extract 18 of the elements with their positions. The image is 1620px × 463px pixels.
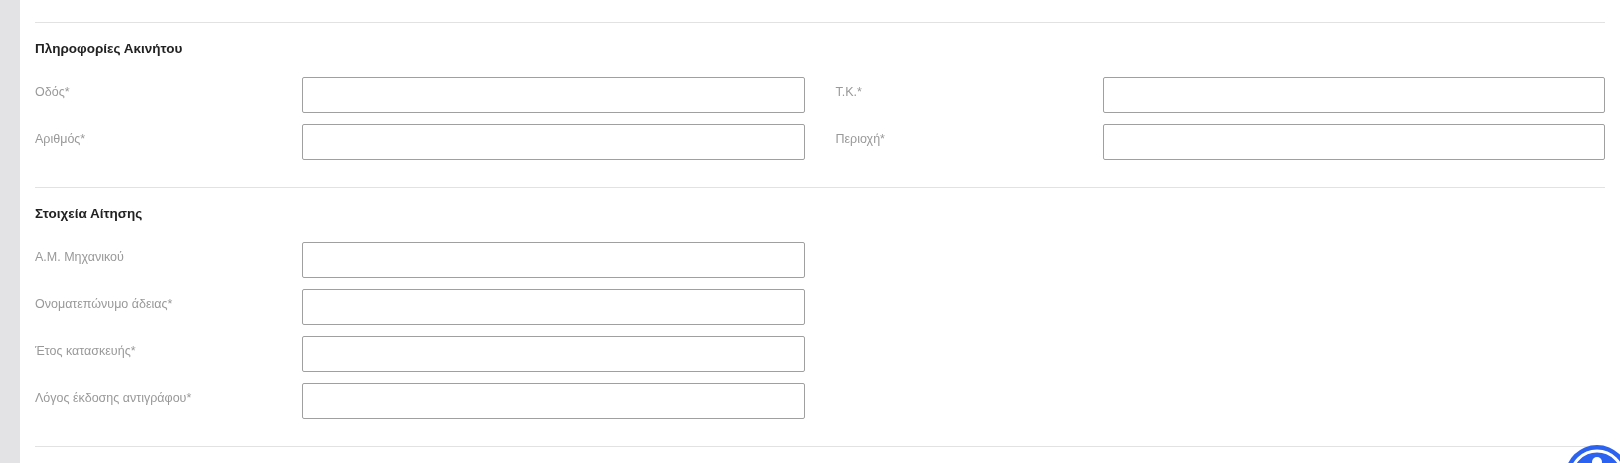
section-title: Στοιχεία Αίτησης — [35, 205, 144, 223]
input-field[interactable] — [302, 336, 805, 372]
field-label: Αριθμός* — [35, 131, 87, 146]
field-label: Ονοματεπώνυμο άδειας* — [35, 296, 174, 311]
input-field[interactable] — [302, 289, 805, 325]
section-title: Πληροφορίες Ακινήτου — [35, 40, 184, 58]
field-label: Λόγος έκδοσης αντιγράφου* — [35, 390, 193, 405]
field-label: Έτος κατασκευής* — [35, 343, 137, 358]
input-field[interactable] — [1102, 77, 1605, 113]
field-label: Περιοχή* — [835, 131, 886, 146]
field-label: Τ.Κ.* — [835, 84, 863, 99]
input-field[interactable] — [302, 77, 805, 113]
field-label: Οδός* — [35, 84, 71, 99]
input-field[interactable] — [302, 124, 805, 160]
input-field[interactable] — [302, 383, 805, 419]
input-field[interactable] — [302, 242, 805, 278]
input-field[interactable] — [1102, 124, 1605, 160]
field-label: Α.Μ. Μηχανικού — [35, 249, 125, 264]
